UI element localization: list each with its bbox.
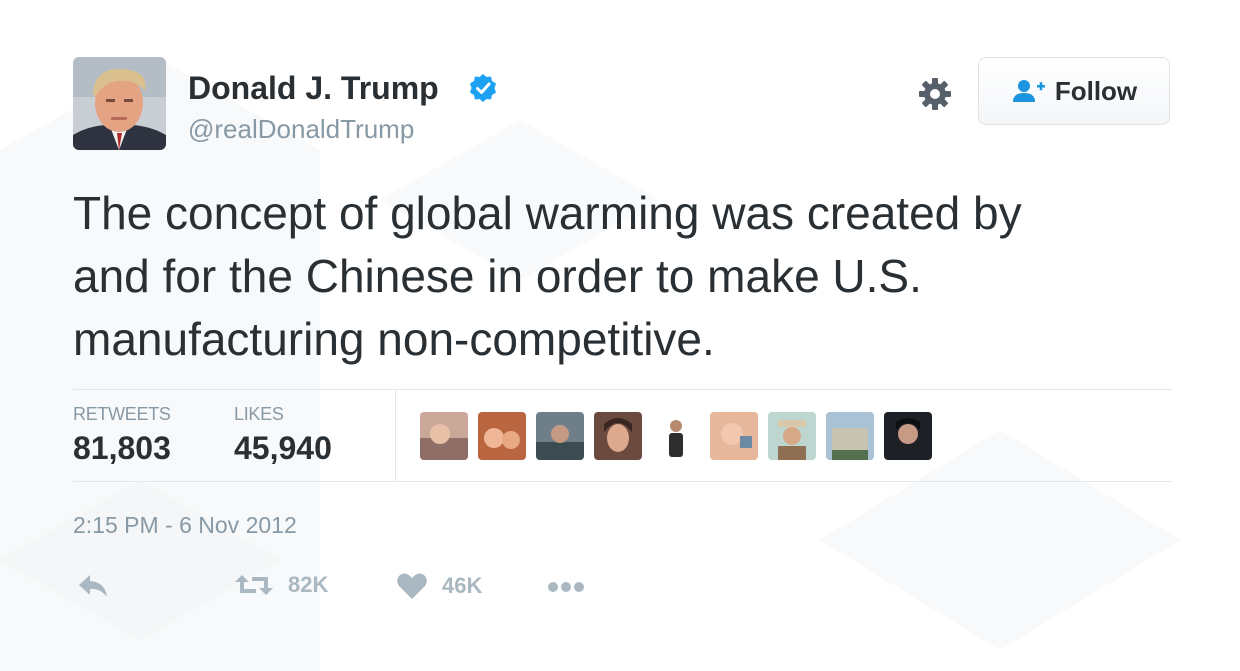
follow-user-icon bbox=[1012, 80, 1045, 102]
liker-image bbox=[710, 412, 758, 460]
liker-image bbox=[594, 412, 642, 460]
more-dots-icon bbox=[548, 582, 584, 592]
user-handle[interactable]: @realDonaldTrump bbox=[188, 114, 414, 145]
display-name[interactable]: Donald J. Trump bbox=[188, 70, 439, 107]
liker-avatars bbox=[420, 412, 932, 460]
avatar[interactable] bbox=[73, 57, 166, 150]
liker-image bbox=[536, 412, 584, 460]
more-button[interactable] bbox=[547, 572, 587, 600]
follow-button-label: Follow bbox=[1054, 75, 1138, 106]
liker-avatar[interactable] bbox=[536, 412, 584, 460]
liker-avatar[interactable] bbox=[478, 412, 526, 460]
liker-image bbox=[652, 412, 700, 460]
stats-divider bbox=[395, 390, 396, 481]
avatar-image bbox=[73, 57, 166, 150]
retweets-label: RETWEETS bbox=[73, 404, 171, 424]
retweet-button[interactable]: 82K bbox=[234, 572, 328, 598]
liker-avatar[interactable] bbox=[652, 412, 700, 460]
liker-image bbox=[420, 412, 468, 460]
tweet-text-line: The concept of global warming was create… bbox=[73, 187, 1022, 239]
likes-count[interactable]: 45,940 bbox=[234, 430, 332, 467]
liker-image bbox=[768, 412, 816, 460]
liker-avatar[interactable] bbox=[710, 412, 758, 460]
tweet-text-line: and for the Chinese in order to make U.S… bbox=[73, 250, 922, 302]
liker-image bbox=[884, 412, 932, 460]
verified-badge-icon bbox=[470, 74, 496, 102]
liker-avatar[interactable] bbox=[420, 412, 468, 460]
heart-icon bbox=[397, 573, 427, 599]
liker-avatar[interactable] bbox=[826, 412, 874, 460]
liker-image bbox=[826, 412, 874, 460]
like-button[interactable]: 46K bbox=[396, 572, 482, 600]
retweet-icon bbox=[235, 575, 273, 595]
liker-avatar[interactable] bbox=[884, 412, 932, 460]
likes-label: LIKES bbox=[234, 404, 284, 424]
liker-image bbox=[478, 412, 526, 460]
tweet-timestamp[interactable]: 2:15 PM - 6 Nov 2012 bbox=[73, 512, 297, 539]
tweet-text: The concept of global warming was create… bbox=[73, 182, 1173, 371]
follow-button[interactable]: Follow bbox=[978, 57, 1170, 125]
liker-avatar[interactable] bbox=[768, 412, 816, 460]
tweet-text-line: manufacturing non-competitive. bbox=[73, 313, 715, 365]
divider bbox=[73, 481, 1172, 482]
reply-button[interactable] bbox=[76, 572, 110, 600]
tweet-card: Donald J. Trump @realDonaldTrump Follow … bbox=[0, 0, 1240, 671]
liker-avatar[interactable] bbox=[594, 412, 642, 460]
divider bbox=[73, 389, 1172, 390]
like-count: 46K bbox=[442, 573, 483, 598]
retweets-count[interactable]: 81,803 bbox=[73, 430, 171, 467]
retweet-count: 82K bbox=[288, 572, 329, 597]
gear-icon[interactable] bbox=[917, 76, 953, 112]
reply-icon bbox=[79, 575, 107, 597]
